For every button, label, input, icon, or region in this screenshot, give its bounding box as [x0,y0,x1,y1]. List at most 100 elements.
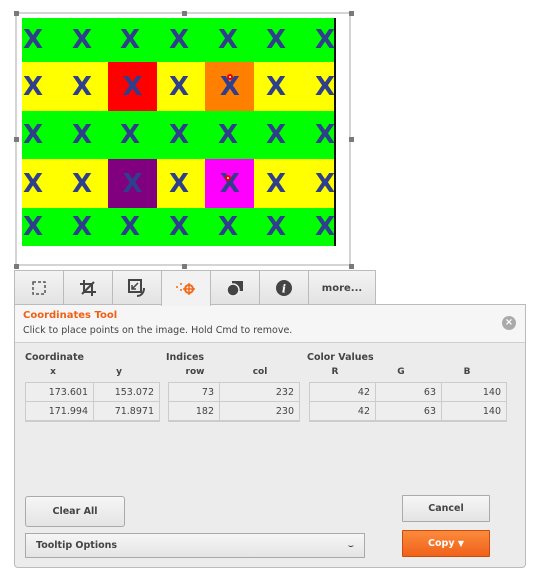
image-cell: X [168,212,190,242]
image-cell: X [108,62,157,111]
caret-down-icon: ▼ [457,539,464,548]
table-cell-g: 63 [376,383,442,402]
resize-handle[interactable] [349,264,354,269]
col-header-b: B [463,367,471,377]
image-cell: X [265,168,287,199]
table-cell-r: 42 [310,383,376,402]
coordinates-tool-panel: Coordinates Tool Click to place points o… [14,304,526,568]
image-cell: X [265,120,287,150]
table-cell-g: 63 [376,402,442,421]
image-cell: X [314,25,336,55]
image-row: XXXXXXX [22,111,335,159]
copy-button[interactable]: Copy ▼ [402,530,490,557]
table-cell-row: 73 [169,383,220,402]
table-cell-b: 140 [442,383,507,402]
panel-subtitle: Click to place points on the image. Hold… [23,325,293,336]
tab-marquee[interactable] [14,270,64,305]
image-cell: X [71,71,93,102]
indices-heading: Indices [166,352,205,363]
resize-rotate-icon [128,279,145,297]
col-header-x: x [50,367,56,377]
tooltip-options-dropdown[interactable]: Tooltip Options ⌣ [25,533,365,558]
table-cell-y: 71.8971 [94,402,160,421]
image-cell: X [22,120,44,150]
image-row: XXXXXXX [22,18,335,62]
image-cell: X [108,159,157,208]
tab-crop[interactable] [63,270,113,305]
cancel-button[interactable]: Cancel [402,495,490,522]
marquee-select-icon [32,281,46,295]
panel-header: Coordinates Tool Click to place points o… [15,305,525,343]
panel-title: Coordinates Tool [23,310,118,321]
table-cell-b: 140 [442,402,507,421]
image-row: XXXXXXX [22,159,335,208]
tab-more-label: more... [321,282,363,294]
image-cell: X [265,212,287,242]
resize-handle[interactable] [182,11,187,16]
indices-table: 73 232 182 230 [168,382,300,422]
image-cell: X [265,25,287,55]
tab-info[interactable]: i [259,270,309,305]
image-cell: X [265,71,287,102]
image-cell: X [168,120,190,150]
table-cell-row: 182 [169,402,220,421]
tab-shapes[interactable] [210,270,260,305]
image-cell: X [22,71,44,102]
table-cell-x: 171.994 [26,402,94,421]
placed-point-marker[interactable] [227,74,233,80]
crop-icon [80,280,96,296]
resize-handle[interactable] [182,264,187,269]
table-cell-y: 153.072 [94,383,160,402]
table-cell-r: 42 [310,402,376,421]
chevron-down-icon: ⌣ [347,540,354,551]
col-header-col: col [252,367,268,377]
image-cell: X [314,168,336,199]
resize-handle[interactable] [14,11,19,16]
info-icon: i [276,280,292,296]
image-cell: X [22,168,44,199]
table-cell-col: 232 [220,383,300,402]
coordinates-icon [176,282,195,295]
image-cell: X [314,120,336,150]
color-values-heading: Color Values [307,352,374,363]
col-header-row: row [185,367,205,377]
image-cell: X [168,25,190,55]
resize-handle[interactable] [349,11,354,16]
table-cell-col: 230 [220,402,300,421]
color-values-table: 42 63 140 42 63 140 [309,382,507,422]
image-cell: X [314,212,336,242]
image-cell: X [71,168,93,199]
image-cell: X [205,159,255,208]
close-icon[interactable]: × [502,316,516,330]
coordinate-heading: Coordinate [25,352,84,363]
image-row: XXXXXXX [22,62,335,111]
image-cell: X [205,62,255,111]
placed-point-marker[interactable] [225,175,231,181]
image-cell: X [119,25,141,55]
tab-coordinates[interactable] [161,270,211,306]
clear-all-button[interactable]: Clear All [25,496,125,527]
tab-resize[interactable] [112,270,162,305]
resize-handle[interactable] [349,137,354,142]
coordinate-table: 173.601 153.072 171.994 71.8971 [25,382,160,422]
shapes-icon [226,281,243,296]
col-header-y: y [116,367,122,377]
image-cell: X [119,212,141,242]
tooltip-options-label: Tooltip Options [36,540,118,551]
resize-handle[interactable] [14,264,19,269]
image-cell: X [71,212,93,242]
image-cell: X [71,120,93,150]
image-cell: X [314,71,336,102]
image-cell: X [168,71,190,102]
image-cell: X [217,212,239,242]
image-cell: X [119,120,141,150]
image-cell: X [217,120,239,150]
table-cell-x: 173.601 [26,383,94,402]
tab-more[interactable]: more... [308,270,376,305]
col-header-r: R [331,367,339,377]
image-cell: X [22,25,44,55]
svg-text:i: i [282,283,286,296]
copy-label: Copy [428,538,455,549]
image-row: XXXXXXX [22,208,335,246]
image-canvas[interactable]: XXXXXXXXXXXXXXXXXXXXXXXXXXXXXXXXXXX [22,18,336,246]
